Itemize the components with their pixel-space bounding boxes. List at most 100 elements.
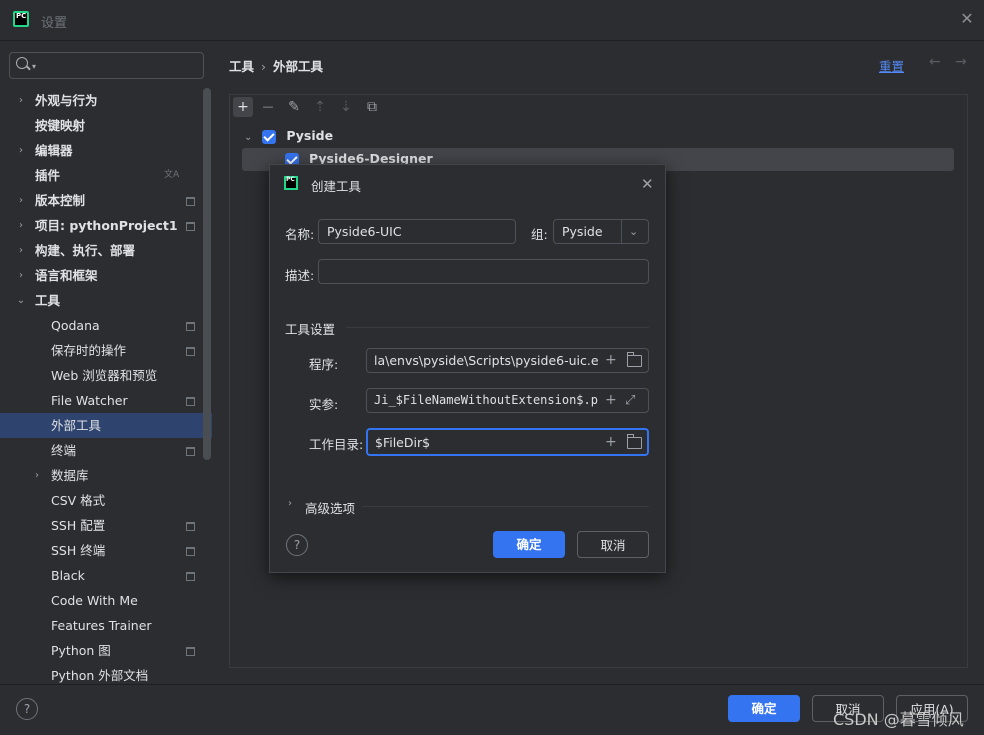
sidebar-item[interactable]: ⌄ 工具 (0, 288, 212, 313)
breadcrumb-separator: › (261, 59, 267, 74)
folder-icon[interactable] (627, 434, 642, 449)
section-divider (362, 506, 649, 507)
copy-icon[interactable]: ⧉ (362, 97, 382, 117)
window-icon (186, 397, 195, 406)
pycharm-logo-icon: PC (284, 176, 298, 190)
window-icon (186, 347, 195, 356)
program-value: la\envs\pyside\Scripts\pyside6-uic.exe (374, 353, 598, 368)
chevron-down-icon[interactable]: ⌄ (244, 132, 252, 143)
window-icon (186, 322, 195, 331)
settings-search-input[interactable]: ▾ (9, 52, 204, 79)
sidebar-item[interactable]: Code With Me (0, 588, 212, 613)
chevron-right-icon[interactable]: › (15, 263, 27, 288)
sidebar-item[interactable]: 插件 文A (0, 163, 212, 188)
chevron-down-icon: ⌄ (629, 225, 639, 238)
sidebar-item[interactable]: 终端 (0, 438, 212, 463)
sidebar-item[interactable]: › 构建、执行、部署 (0, 238, 212, 263)
close-icon[interactable]: ✕ (641, 175, 654, 193)
sidebar-item[interactable]: › 编辑器 (0, 138, 212, 163)
sidebar-item-label: File Watcher (51, 393, 128, 408)
arguments-label: 实参: (309, 397, 339, 412)
chevron-right-icon[interactable]: › (15, 238, 27, 263)
plus-icon[interactable]: + (605, 432, 617, 453)
sidebar-item-label: Features Trainer (51, 618, 152, 633)
sidebar-item[interactable]: › 数据库 (0, 463, 212, 488)
window-close-icon[interactable]: ✕ (958, 10, 976, 28)
name-label: 名称: (285, 227, 315, 242)
group-checkbox[interactable] (262, 129, 277, 144)
dialog-ok-button[interactable]: 确定 (493, 531, 565, 558)
sidebar-item[interactable]: 保存时的操作 (0, 338, 212, 363)
sidebar-item[interactable]: Python 外部文档 (0, 663, 212, 684)
plus-icon[interactable]: + (605, 389, 617, 412)
expand-icon[interactable]: ⤢ (625, 389, 635, 412)
reset-link[interactable]: 重置 (879, 56, 904, 75)
sidebar-item[interactable]: › 项目: pythonProject1 (0, 213, 212, 238)
chevron-right-icon[interactable]: › (15, 88, 27, 113)
sidebar-item[interactable]: CSV 格式 (0, 488, 212, 513)
group-select[interactable]: Pyside ⌄ (553, 219, 649, 244)
help-icon[interactable]: ? (16, 698, 38, 720)
working-directory-field[interactable]: $FileDir$ + (366, 428, 649, 456)
tree-group-row[interactable]: ⌄ Pyside (244, 125, 333, 147)
sidebar-item-label: Qodana (51, 318, 100, 333)
move-up-icon[interactable]: ⇡ (310, 97, 330, 117)
sidebar-item-label: Black (51, 568, 85, 583)
back-arrow-icon[interactable]: ← (929, 54, 941, 70)
advanced-options-toggle[interactable]: 高级选项 (305, 498, 355, 517)
sidebar-item-label: 终端 (51, 443, 77, 458)
translate-icon: 文A (164, 170, 180, 180)
arguments-field[interactable]: Ji_$FileNameWithoutExtension$.py + ⤢ (366, 388, 649, 413)
help-icon[interactable]: ? (286, 534, 308, 556)
forward-arrow-icon[interactable]: → (955, 54, 967, 70)
add-icon[interactable]: + (233, 97, 253, 117)
chevron-right-icon[interactable]: › (15, 138, 27, 163)
plus-icon[interactable]: + (605, 349, 617, 372)
edit-icon[interactable]: ✎ (284, 97, 304, 117)
window-icon (186, 522, 195, 531)
remove-icon[interactable]: — (258, 97, 278, 117)
sidebar-item[interactable]: Web 浏览器和预览 (0, 363, 212, 388)
sidebar-item-label: 外部工具 (51, 418, 102, 433)
chevron-right-icon[interactable]: › (15, 213, 27, 238)
title-bar: PC 设置 ✕ (0, 0, 984, 41)
description-field[interactable] (318, 259, 649, 284)
sidebar-item-label: 语言和框架 (35, 268, 98, 283)
chevron-right-icon[interactable]: › (15, 188, 27, 213)
sidebar-item[interactable]: › 语言和框架 (0, 263, 212, 288)
settings-sidebar: › 外观与行为 按键映射 › 编辑器 插件 文A › 版本控制 › 项目: pythonProjec… (0, 88, 212, 684)
sidebar-item-label: 构建、执行、部署 (35, 243, 136, 258)
chevron-right-icon[interactable]: › (288, 498, 292, 509)
chevron-right-icon[interactable]: › (31, 463, 43, 488)
sidebar-item[interactable]: Features Trainer (0, 613, 212, 638)
move-down-icon[interactable]: ⇣ (336, 97, 356, 117)
sidebar-item[interactable]: Qodana (0, 313, 212, 338)
sidebar-item[interactable]: Black (0, 563, 212, 588)
dialog-cancel-button[interactable]: 取消 (577, 531, 649, 558)
window-title: 设置 (41, 16, 68, 31)
sidebar-item-label: 保存时的操作 (51, 343, 127, 358)
breadcrumb-parent[interactable]: 工具 (229, 59, 254, 74)
name-field[interactable]: Pyside6-UIC (318, 219, 516, 244)
dialog-title: 创建工具 (311, 179, 362, 194)
sidebar-item[interactable]: › 版本控制 (0, 188, 212, 213)
sidebar-scrollbar[interactable] (203, 88, 211, 460)
sidebar-item[interactable]: SSH 配置 (0, 513, 212, 538)
ok-button[interactable]: 确定 (728, 695, 800, 722)
sidebar-item-label: Web 浏览器和预览 (51, 368, 158, 383)
chevron-down-icon[interactable]: ⌄ (15, 288, 27, 313)
footer-divider (0, 684, 984, 685)
sidebar-item[interactable]: SSH 终端 (0, 538, 212, 563)
breadcrumb-current: 外部工具 (273, 59, 324, 74)
sidebar-item[interactable]: 外部工具 (0, 413, 212, 438)
sidebar-item[interactable]: File Watcher (0, 388, 212, 413)
tree-group-label: Pyside (286, 128, 334, 143)
pycharm-logo-icon: PC (13, 11, 29, 27)
program-field[interactable]: la\envs\pyside\Scripts\pyside6-uic.exe + (366, 348, 649, 373)
folder-icon[interactable] (627, 352, 642, 367)
sidebar-item-label: SSH 终端 (51, 543, 106, 558)
sidebar-item[interactable]: Python 图 (0, 638, 212, 663)
sidebar-item-label: 编辑器 (35, 143, 73, 158)
sidebar-item[interactable]: 按键映射 (0, 113, 212, 138)
sidebar-item[interactable]: › 外观与行为 (0, 88, 212, 113)
